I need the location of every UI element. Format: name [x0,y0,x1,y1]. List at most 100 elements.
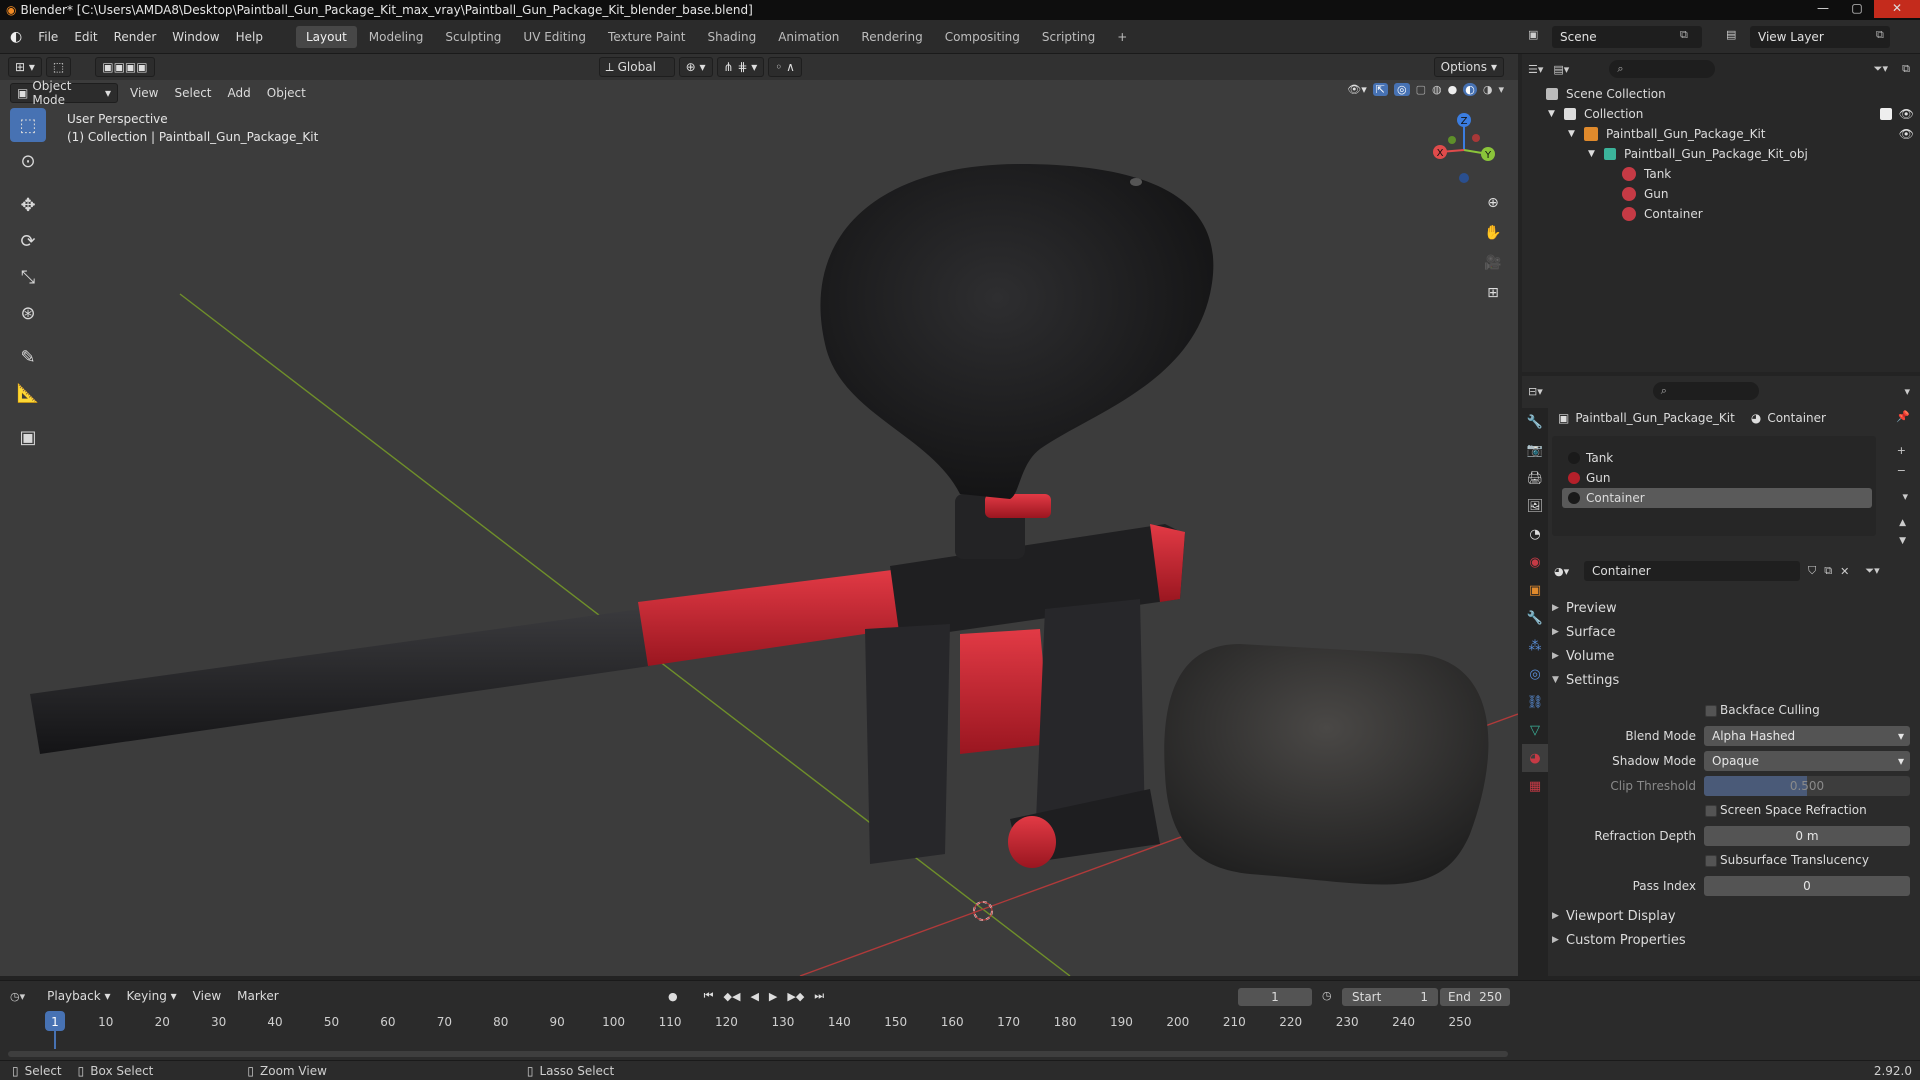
panel-volume[interactable]: ▶ Volume [1552,645,1614,667]
gizmo-toggle-icon[interactable]: ⇱ [1372,83,1389,96]
eye-icon[interactable]: 👁 [1899,127,1914,141]
panel-preview[interactable]: ▶ Preview [1552,597,1617,619]
xray-toggle-icon[interactable]: ▢ [1416,83,1426,96]
blender-menu-icon[interactable]: ◐ [0,29,30,45]
tab-view-layer[interactable]: 🖼 [1522,492,1548,520]
tab-render[interactable]: 📷 [1522,436,1548,464]
play-icon[interactable]: ▶ [769,990,777,1003]
outliner-row-scene-collection[interactable]: Scene Collection [1522,84,1920,104]
refraction-depth-field[interactable]: 0 m [1704,826,1910,846]
prev-keyframe-icon[interactable]: ◆◀ [724,990,741,1003]
record-icon[interactable]: ● [668,990,678,1003]
screen-space-refraction-checkbox[interactable] [1705,805,1717,817]
outliner-row-gun[interactable]: Gun [1522,184,1920,204]
close-button[interactable]: ✕ [1874,0,1920,18]
subsurface-translucency-checkbox[interactable] [1705,855,1717,867]
visibility-icon[interactable]: 👁▾ [1347,83,1367,96]
tab-object[interactable]: ▣ [1522,576,1548,604]
navigation-gizmo[interactable]: Z Y X [1424,110,1504,190]
chevron-down-icon[interactable]: ▾ [1904,385,1910,398]
blend-mode-dropdown[interactable]: Alpha Hashed ▾ [1704,726,1910,746]
unlink-material-icon[interactable]: ✕ [1840,565,1849,578]
tab-world[interactable]: ◉ [1522,548,1548,576]
properties-editor-icon[interactable]: ⊟▾ [1528,385,1543,398]
menu-help[interactable]: Help [228,26,271,48]
editor-type-button[interactable]: ⊞ ▾ [8,57,42,77]
outliner-editor-icon[interactable]: ☰▾ [1528,63,1543,76]
rotate-tool[interactable]: ⟳ [10,224,46,258]
play-reverse-icon[interactable]: ◀ [750,990,758,1003]
tab-layout[interactable]: Layout [295,25,357,48]
properties-search-input[interactable]: ⌕ [1652,382,1759,400]
solid-shading-icon[interactable]: ● [1448,83,1458,96]
viewport-scene[interactable] [0,54,1518,976]
timeline-scrollbar[interactable] [8,1051,1508,1057]
material-slot-container[interactable]: Container [1562,488,1872,508]
zoom-icon[interactable]: ⊕ [1480,190,1506,216]
tab-data[interactable]: ▽ [1522,716,1548,744]
scale-tool[interactable]: ⤡ [10,260,46,294]
menu-edit[interactable]: Edit [66,26,105,48]
pin-icon[interactable]: 📌 [1896,410,1910,423]
shadow-mode-dropdown[interactable]: Opaque ▾ [1704,751,1910,771]
tab-modeling[interactable]: Modeling [359,26,434,48]
material-filter-icon[interactable]: ⏷▾ [1865,564,1879,578]
new-view-layer-icon[interactable]: ⧉ [1876,28,1884,42]
tab-material[interactable]: ◕ [1522,744,1548,772]
add-slot-button[interactable]: + [1897,444,1906,457]
material-slot-gun[interactable]: Gun [1562,468,1872,488]
pivot-dropdown[interactable]: ⊕ ▾ [678,57,713,77]
camera-view-icon[interactable]: 🎥 [1480,250,1506,276]
transform-orientation-dropdown[interactable]: ⟂ Global [598,57,675,77]
shading-options-icon[interactable]: ▾ [1498,83,1504,96]
new-scene-icon[interactable]: ⧉ [1680,28,1688,42]
proportional-editing-toggle[interactable]: ◦ ∧ [768,57,802,77]
remove-slot-button[interactable]: − [1897,464,1906,477]
slot-specials-button[interactable]: ▾ [1902,490,1908,503]
filter-icon[interactable]: ⏷▾ [1874,62,1888,76]
panel-surface[interactable]: ▶ Surface [1552,621,1616,643]
measure-tool[interactable]: 📐 [10,376,46,410]
current-frame-field[interactable]: 1 [1238,988,1312,1006]
select-mode-button[interactable]: ⬚ [45,57,72,77]
gizmo-neg-x[interactable] [1472,134,1480,142]
pan-hand-icon[interactable]: ✋ [1480,220,1506,246]
next-keyframe-icon[interactable]: ▶◆ [787,990,804,1003]
outliner-row-container[interactable]: Container [1522,204,1920,224]
timeline-menu-view[interactable]: View [185,985,229,1007]
annotate-tool[interactable]: ✎ [10,340,46,374]
gizmo-neg-y[interactable] [1448,136,1456,144]
timeline-menu-marker[interactable]: Marker [229,985,286,1007]
material-slot-tank[interactable]: Tank [1562,448,1872,468]
tab-particles[interactable]: ⁂ [1522,632,1548,660]
fake-user-icon[interactable]: ⛉ [1808,564,1816,578]
tab-texture-paint[interactable]: Texture Paint [598,26,695,48]
outliner-search-input[interactable]: ⌕ [1609,60,1716,78]
jump-end-icon[interactable]: ⏭ [814,989,824,1003]
menu-file[interactable]: File [30,26,66,48]
transform-tool[interactable]: ⊛ [10,296,46,330]
viewport-menu-select[interactable]: Select [166,82,219,104]
pass-index-field[interactable]: 0 [1704,876,1910,896]
perspective-toggle-icon[interactable]: ⊞ [1480,280,1506,306]
options-dropdown[interactable]: Options ▾ [1433,57,1504,77]
expand-arrow-icon[interactable]: ▼ [1588,149,1604,159]
timeline-menu-playback[interactable]: Playback ▾ [39,985,118,1007]
duplicate-material-icon[interactable]: ⧉ [1824,564,1832,578]
tab-constraints[interactable]: ⛓ [1522,688,1548,716]
jump-start-icon[interactable]: ⏮ [704,989,714,1003]
display-mode-icon[interactable]: ▤▾ [1553,63,1569,76]
outliner-row-kit[interactable]: ▼ Paintball_Gun_Package_Kit 👁 [1522,124,1920,144]
gizmo-neg-z[interactable] [1459,173,1469,183]
add-cube-tool[interactable]: ▣ [10,420,46,454]
expand-arrow-icon[interactable]: ▼ [1548,109,1564,119]
timeline-editor-icon[interactable]: ◷▾ [10,990,25,1003]
backface-culling-checkbox[interactable] [1705,705,1717,717]
timeline-menu-keying[interactable]: Keying ▾ [119,985,185,1007]
expand-arrow-icon[interactable]: ▼ [1568,129,1584,139]
tab-uv-editing[interactable]: UV Editing [513,26,596,48]
move-tool[interactable]: ✥ [10,188,46,222]
viewport-menu-object[interactable]: Object [259,82,314,104]
outliner-row-collection[interactable]: ▼ Collection 👁 [1522,104,1920,124]
3d-viewport[interactable]: ⊞ ▾ ⬚ ▣▣▣▣ ⟂ Global ⊕ ▾ ⋔ ⋕ ▾ ◦ ∧ Option… [0,54,1518,976]
